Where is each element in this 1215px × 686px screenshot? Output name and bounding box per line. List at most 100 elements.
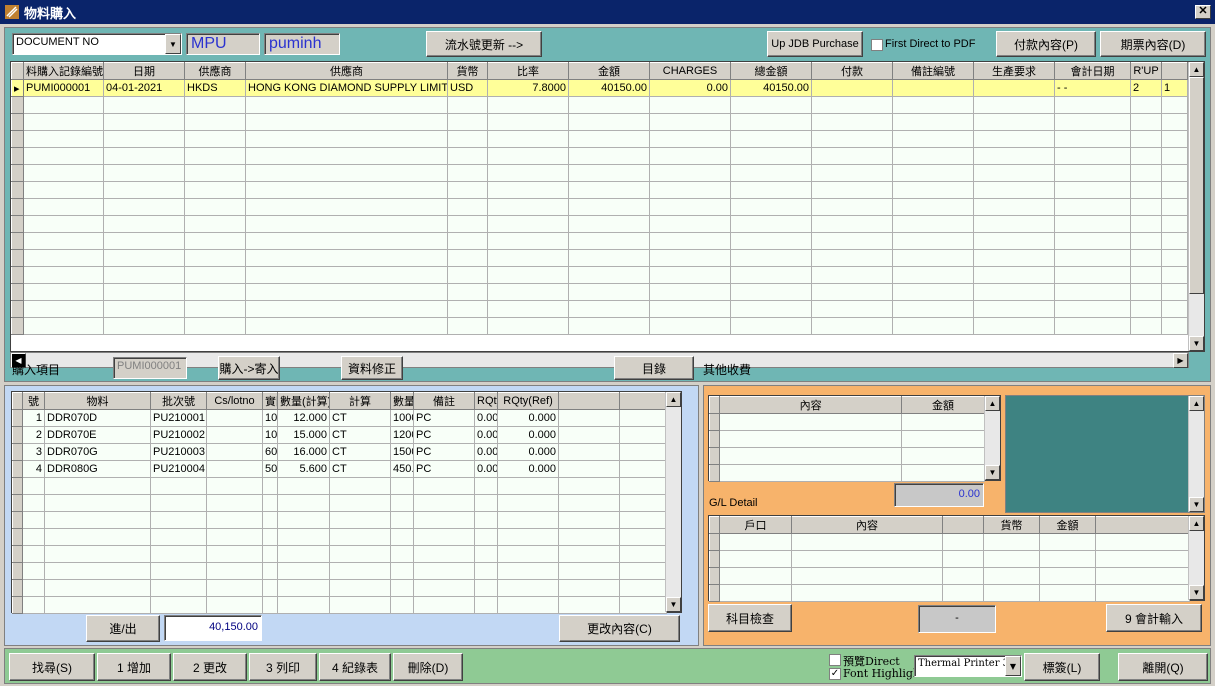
column-header[interactable]: 戶口 — [719, 516, 792, 534]
table-cell[interactable] — [1130, 283, 1162, 301]
table-cell[interactable] — [262, 511, 278, 529]
table-cell[interactable]: HKDS — [184, 79, 246, 97]
table-cell[interactable] — [184, 181, 246, 199]
table-cell[interactable] — [942, 550, 984, 568]
table-cell[interactable] — [206, 511, 263, 529]
table-cell[interactable] — [184, 130, 246, 148]
table-cell[interactable] — [487, 317, 569, 335]
table-cell[interactable] — [413, 562, 475, 580]
table-cell[interactable] — [649, 232, 731, 250]
table-cell[interactable] — [558, 528, 620, 546]
table-cell[interactable] — [245, 249, 448, 267]
accounting-input-button[interactable]: 9 會計輸入 — [1106, 604, 1202, 632]
column-header[interactable] — [1161, 62, 1188, 80]
table-cell[interactable]: PU210003 — [150, 443, 207, 461]
table-cell[interactable] — [390, 494, 414, 512]
table-cell[interactable] — [730, 215, 812, 233]
table-cell[interactable] — [245, 198, 448, 216]
table-cell[interactable] — [497, 545, 559, 563]
table-cell[interactable] — [245, 130, 448, 148]
row-selector[interactable] — [11, 147, 24, 165]
table-cell[interactable] — [619, 562, 667, 580]
table-cell[interactable] — [1161, 147, 1188, 165]
table-cell[interactable] — [973, 130, 1055, 148]
table-cell[interactable] — [184, 283, 246, 301]
table-cell[interactable] — [730, 266, 812, 284]
table-row[interactable] — [708, 447, 985, 465]
table-cell[interactable] — [413, 579, 475, 597]
table-cell[interactable] — [206, 545, 263, 563]
table-row[interactable] — [12, 579, 667, 597]
row-selector[interactable] — [12, 579, 23, 597]
table-cell[interactable] — [973, 266, 1055, 284]
transfer-button[interactable]: 購入->寄入 — [218, 356, 280, 380]
table-cell[interactable] — [1130, 266, 1162, 284]
table-cell[interactable] — [474, 477, 498, 495]
column-header[interactable]: 日期 — [103, 62, 185, 80]
table-cell[interactable] — [23, 283, 104, 301]
table-cell[interactable] — [719, 550, 792, 568]
table-cell[interactable] — [619, 409, 667, 427]
table-cell[interactable] — [447, 249, 488, 267]
table-cell[interactable] — [983, 567, 1040, 585]
table-cell[interactable] — [619, 579, 667, 597]
items-grid[interactable]: 號物料批次號Cs/lotno實際成本數量(計算)計算數量(參考)備註RQty(C… — [11, 391, 682, 614]
record-button[interactable]: 4 紀錄表 — [319, 653, 391, 681]
payment-button[interactable]: 付款內容(P) — [996, 31, 1096, 57]
table-cell[interactable] — [811, 96, 893, 114]
table-cell[interactable] — [103, 283, 185, 301]
table-cell[interactable] — [44, 477, 151, 495]
table-cell[interactable] — [811, 198, 893, 216]
table-row[interactable]: 2DDR070EPU210002 1050.00015.000CT1200.000… — [12, 426, 667, 444]
table-cell[interactable] — [22, 477, 45, 495]
table-cell[interactable] — [390, 511, 414, 529]
table-cell[interactable] — [277, 528, 330, 546]
row-selector[interactable] — [11, 130, 24, 148]
table-cell[interactable] — [558, 460, 620, 478]
table-cell[interactable] — [103, 96, 185, 114]
invoice-button[interactable]: 期票內容(D) — [1100, 31, 1206, 57]
table-cell[interactable]: 2 — [22, 426, 45, 444]
table-cell[interactable] — [1130, 249, 1162, 267]
table-cell[interactable]: DDR080G — [44, 460, 151, 478]
table-cell[interactable] — [447, 181, 488, 199]
table-cell[interactable] — [447, 130, 488, 148]
table-cell[interactable] — [497, 528, 559, 546]
table-cell[interactable] — [245, 147, 448, 165]
table-row[interactable] — [11, 266, 1188, 284]
table-cell[interactable] — [901, 447, 985, 465]
table-cell[interactable] — [184, 96, 246, 114]
table-cell[interactable]: CT — [329, 443, 391, 461]
table-cell[interactable] — [245, 164, 448, 182]
table-cell[interactable]: HONG KONG DIAMOND SUPPLY LIMITED — [245, 79, 448, 97]
table-cell[interactable] — [413, 545, 475, 563]
table-cell[interactable] — [558, 409, 620, 427]
table-cell[interactable] — [1054, 181, 1131, 199]
table-cell[interactable] — [1054, 249, 1131, 267]
table-cell[interactable] — [1054, 232, 1131, 250]
table-cell[interactable]: 1500.000 — [390, 443, 414, 461]
row-selector[interactable] — [709, 584, 720, 602]
table-cell[interactable] — [1130, 317, 1162, 335]
row-selector[interactable] — [709, 567, 720, 585]
table-cell[interactable] — [447, 300, 488, 318]
scroll-up-icon[interactable]: ▲ — [1189, 396, 1204, 411]
table-cell[interactable] — [1161, 181, 1188, 199]
table-cell[interactable]: 1050.000 — [262, 426, 278, 444]
row-selector[interactable] — [12, 596, 23, 614]
print-button[interactable]: 3 列印 — [249, 653, 317, 681]
table-cell[interactable] — [184, 147, 246, 165]
table-cell[interactable] — [206, 477, 263, 495]
table-cell[interactable] — [568, 164, 650, 182]
table-cell[interactable] — [811, 215, 893, 233]
table-cell[interactable] — [983, 584, 1040, 602]
table-cell[interactable] — [206, 443, 263, 461]
table-cell[interactable] — [649, 249, 731, 267]
table-cell[interactable] — [474, 511, 498, 529]
table-cell[interactable] — [390, 477, 414, 495]
table-cell[interactable] — [497, 477, 559, 495]
row-selector[interactable] — [11, 283, 24, 301]
table-cell[interactable]: 0.000 — [474, 426, 498, 444]
row-selector[interactable] — [12, 443, 23, 461]
table-cell[interactable] — [619, 477, 667, 495]
